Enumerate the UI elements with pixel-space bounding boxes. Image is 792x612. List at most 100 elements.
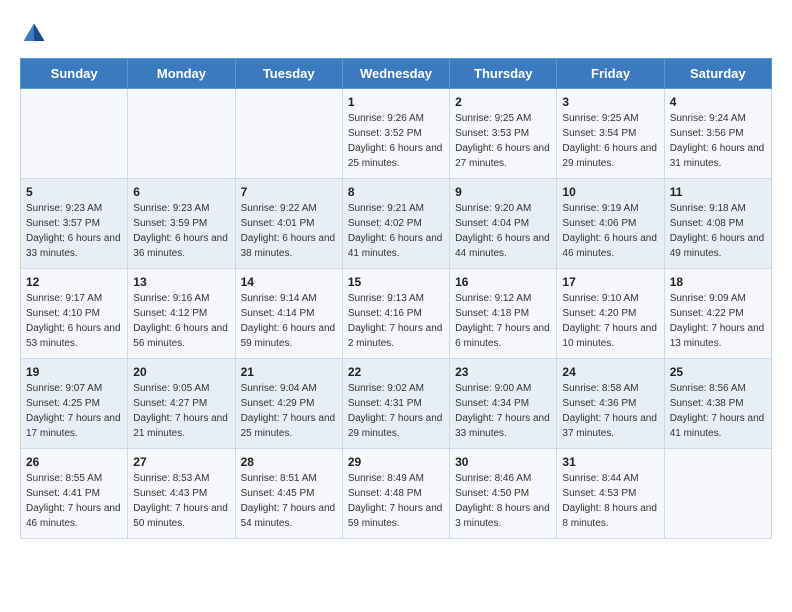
calendar-cell: 26Sunrise: 8:55 AMSunset: 4:41 PMDayligh… (21, 449, 128, 539)
cell-content: Sunrise: 9:16 AMSunset: 4:12 PMDaylight:… (133, 291, 229, 351)
calendar-cell: 23 Sunrise: 9:00 AMSunset: 4:34 PMDayligh… (450, 359, 557, 449)
day-number: 23 (455, 365, 551, 379)
cell-content: Sunrise: 9:23 AMSunset: 3:57 PMDaylight:… (26, 201, 122, 261)
cell-content: Sunrise: 9:00 AMSunset: 4:34 PMDaylight:… (455, 381, 551, 441)
logo-icon (20, 20, 48, 48)
header-day: Thursday (450, 59, 557, 89)
day-number: 13 (133, 275, 229, 289)
header-day: Sunday (21, 59, 128, 89)
cell-content: Sunrise: 9:17 AMSunset: 4:10 PMDaylight:… (26, 291, 122, 351)
calendar-cell (21, 89, 128, 179)
calendar-cell: 16 Sunrise: 9:12 AMSunset: 4:18 PMDayligh… (450, 269, 557, 359)
calendar-cell: 14 Sunrise: 9:14 AMSunset: 4:14 PMDayligh… (235, 269, 342, 359)
day-number: 2 (455, 95, 551, 109)
day-number: 6 (133, 185, 229, 199)
calendar-cell: 6 Sunrise: 9:23 AMSunset: 3:59 PMDaylight… (128, 179, 235, 269)
calendar-cell: 27 Sunrise: 8:53 AMSunset: 4:43 PMDayligh… (128, 449, 235, 539)
cell-content: Sunrise: 9:21 AMSunset: 4:02 PMDaylight:… (348, 201, 444, 261)
calendar-cell: 12 Sunrise: 9:17 AMSunset: 4:10 PMDayligh… (21, 269, 128, 359)
calendar-cell: 11Sunrise: 9:18 AMSunset: 4:08 PMDayligh… (664, 179, 771, 269)
cell-content: Sunrise: 8:51 AMSunset: 4:45 PMDaylight:… (241, 471, 337, 531)
day-number: 28 (241, 455, 337, 469)
day-number: 10 (562, 185, 658, 199)
cell-content: Sunrise: 9:26 AMSunset: 3:52 PMDaylight:… (348, 111, 444, 171)
logo (20, 20, 52, 48)
header-day: Tuesday (235, 59, 342, 89)
header (20, 20, 772, 48)
cell-content: Sunrise: 9:02 AMSunset: 4:31 PMDaylight:… (348, 381, 444, 441)
calendar-cell: 2 Sunrise: 9:25 AMSunset: 3:53 PMDaylight… (450, 89, 557, 179)
calendar-cell: 9 Sunrise: 9:20 AMSunset: 4:04 PMDaylight… (450, 179, 557, 269)
cell-content: Sunrise: 8:44 AMSunset: 4:53 PMDaylight:… (562, 471, 658, 531)
day-number: 16 (455, 275, 551, 289)
day-number: 19 (26, 365, 122, 379)
day-number: 31 (562, 455, 658, 469)
cell-content: Sunrise: 8:46 AMSunset: 4:50 PMDaylight:… (455, 471, 551, 531)
calendar-cell: 25 Sunrise: 8:56 AMSunset: 4:38 PMDayligh… (664, 359, 771, 449)
cell-content: Sunrise: 9:13 AMSunset: 4:16 PMDaylight:… (348, 291, 444, 351)
cell-content: Sunrise: 8:56 AMSunset: 4:38 PMDaylight:… (670, 381, 766, 441)
calendar-cell: 31 Sunrise: 8:44 AMSunset: 4:53 PMDayligh… (557, 449, 664, 539)
cell-content: Sunrise: 9:12 AMSunset: 4:18 PMDaylight:… (455, 291, 551, 351)
cell-content: Sunrise: 9:19 AMSunset: 4:06 PMDaylight:… (562, 201, 658, 261)
calendar-week-row: 26Sunrise: 8:55 AMSunset: 4:41 PMDayligh… (21, 449, 772, 539)
cell-content: Sunrise: 9:14 AMSunset: 4:14 PMDaylight:… (241, 291, 337, 351)
day-number: 30 (455, 455, 551, 469)
cell-content: Sunrise: 9:20 AMSunset: 4:04 PMDaylight:… (455, 201, 551, 261)
day-number: 11 (670, 185, 766, 199)
calendar-cell: 19 Sunrise: 9:07 AMSunset: 4:25 PMDayligh… (21, 359, 128, 449)
cell-content: Sunrise: 8:53 AMSunset: 4:43 PMDaylight:… (133, 471, 229, 531)
calendar-cell: 18Sunrise: 9:09 AMSunset: 4:22 PMDayligh… (664, 269, 771, 359)
day-number: 1 (348, 95, 444, 109)
cell-content: Sunrise: 9:25 AMSunset: 3:53 PMDaylight:… (455, 111, 551, 171)
day-number: 5 (26, 185, 122, 199)
day-number: 9 (455, 185, 551, 199)
calendar-cell (128, 89, 235, 179)
day-number: 18 (670, 275, 766, 289)
header-day: Saturday (664, 59, 771, 89)
calendar-week-row: 1 Sunrise: 9:26 AMSunset: 3:52 PMDaylight… (21, 89, 772, 179)
day-number: 4 (670, 95, 766, 109)
calendar-week-row: 12 Sunrise: 9:17 AMSunset: 4:10 PMDayligh… (21, 269, 772, 359)
day-number: 8 (348, 185, 444, 199)
calendar-cell: 10 Sunrise: 9:19 AMSunset: 4:06 PMDayligh… (557, 179, 664, 269)
calendar-cell: 30 Sunrise: 8:46 AMSunset: 4:50 PMDayligh… (450, 449, 557, 539)
calendar-table: SundayMondayTuesdayWednesdayThursdayFrid… (20, 58, 772, 539)
day-number: 25 (670, 365, 766, 379)
calendar-cell: 21 Sunrise: 9:04 AMSunset: 4:29 PMDayligh… (235, 359, 342, 449)
calendar-cell: 17Sunrise: 9:10 AMSunset: 4:20 PMDayligh… (557, 269, 664, 359)
day-number: 20 (133, 365, 229, 379)
day-number: 27 (133, 455, 229, 469)
day-number: 21 (241, 365, 337, 379)
day-number: 14 (241, 275, 337, 289)
calendar-cell: 7 Sunrise: 9:22 AMSunset: 4:01 PMDaylight… (235, 179, 342, 269)
header-day: Friday (557, 59, 664, 89)
cell-content: Sunrise: 9:22 AMSunset: 4:01 PMDaylight:… (241, 201, 337, 261)
calendar-cell: 3 Sunrise: 9:25 AMSunset: 3:54 PMDaylight… (557, 89, 664, 179)
calendar-cell: 4Sunrise: 9:24 AMSunset: 3:56 PMDaylight… (664, 89, 771, 179)
calendar-cell: 15 Sunrise: 9:13 AMSunset: 4:16 PMDayligh… (342, 269, 449, 359)
day-number: 15 (348, 275, 444, 289)
cell-content: Sunrise: 9:10 AMSunset: 4:20 PMDaylight:… (562, 291, 658, 351)
cell-content: Sunrise: 9:07 AMSunset: 4:25 PMDaylight:… (26, 381, 122, 441)
header-day: Monday (128, 59, 235, 89)
calendar-week-row: 19 Sunrise: 9:07 AMSunset: 4:25 PMDayligh… (21, 359, 772, 449)
day-number: 7 (241, 185, 337, 199)
day-number: 3 (562, 95, 658, 109)
page: SundayMondayTuesdayWednesdayThursdayFrid… (0, 0, 792, 549)
calendar-cell: 29Sunrise: 8:49 AMSunset: 4:48 PMDayligh… (342, 449, 449, 539)
calendar-cell: 8 Sunrise: 9:21 AMSunset: 4:02 PMDaylight… (342, 179, 449, 269)
cell-content: Sunrise: 8:58 AMSunset: 4:36 PMDaylight:… (562, 381, 658, 441)
day-number: 12 (26, 275, 122, 289)
day-number: 22 (348, 365, 444, 379)
cell-content: Sunrise: 9:23 AMSunset: 3:59 PMDaylight:… (133, 201, 229, 261)
cell-content: Sunrise: 9:25 AMSunset: 3:54 PMDaylight:… (562, 111, 658, 171)
calendar-cell: 22 Sunrise: 9:02 AMSunset: 4:31 PMDayligh… (342, 359, 449, 449)
header-row: SundayMondayTuesdayWednesdayThursdayFrid… (21, 59, 772, 89)
day-number: 29 (348, 455, 444, 469)
cell-content: Sunrise: 9:04 AMSunset: 4:29 PMDaylight:… (241, 381, 337, 441)
calendar-cell: 1 Sunrise: 9:26 AMSunset: 3:52 PMDaylight… (342, 89, 449, 179)
day-number: 24 (562, 365, 658, 379)
calendar-week-row: 5 Sunrise: 9:23 AMSunset: 3:57 PMDaylight… (21, 179, 772, 269)
calendar-cell (664, 449, 771, 539)
